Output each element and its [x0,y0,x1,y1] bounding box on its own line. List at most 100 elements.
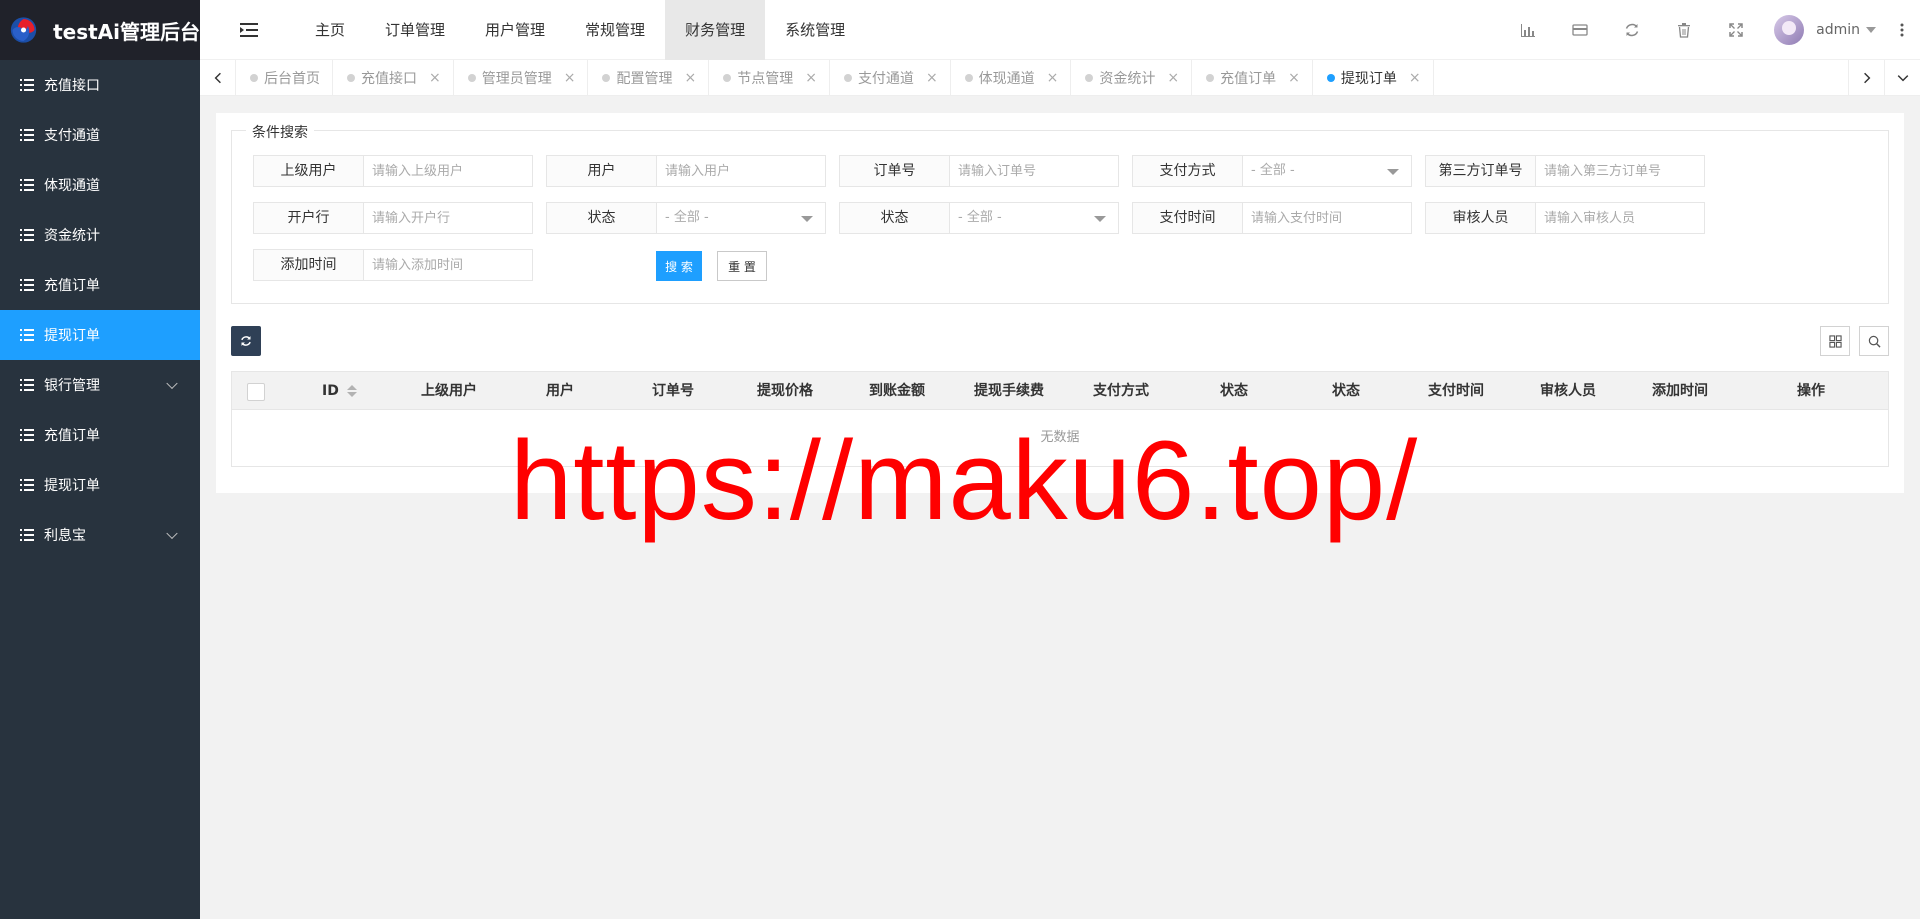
nav-finance-management[interactable]: 财务管理 [665,0,766,60]
sidebar-item-label: 提现订单 [44,478,100,494]
list-icon [20,329,34,341]
tab-config-management[interactable]: 配置管理 × [588,60,710,96]
pay-time-input[interactable] [1243,203,1411,233]
nav-home[interactable]: 主页 [295,0,365,60]
sidebar-item-interest[interactable]: 利息宝 [0,510,200,560]
toggle-search-button[interactable] [1859,326,1889,356]
sidebar-item-recharge-api[interactable]: 充值接口 [0,60,200,110]
sort-icon[interactable] [346,384,357,398]
close-icon[interactable]: × [684,71,696,85]
select-all-checkbox[interactable] [247,383,265,401]
top-nav: 主页 订单管理 用户管理 常规管理 财务管理 系统管理 [295,0,865,60]
tabs-options-button[interactable] [1884,60,1920,96]
column-header-id[interactable]: ID [322,372,357,410]
reviewer-input[interactable] [1536,203,1704,233]
field-third-order-no: 第三方订单号 [1425,155,1705,187]
clear-cache-button[interactable] [1658,0,1710,60]
refresh-page-button[interactable] [1606,0,1658,60]
tab-dashboard[interactable]: 后台首页 [236,60,333,96]
field-parent-user: 上级用户 [253,155,533,187]
close-icon[interactable]: × [564,71,576,85]
tab-withdraw-orders[interactable]: 提现订单 × [1313,60,1434,96]
field-status-1: 状态 - 全部 - [546,202,826,234]
chevron-down-icon [1897,75,1908,82]
sidebar-item-label: 充值订单 [44,278,100,294]
column-toggle-button[interactable] [1820,326,1850,356]
tab-dot-icon [1326,74,1335,82]
pay-method-select[interactable]: - 全部 - [1243,156,1411,186]
sidebar-item-recharge-orders[interactable]: 充值订单 [0,260,200,310]
search-button[interactable]: 搜 索 [656,251,702,281]
field-label: 支付方式 [1133,156,1243,186]
tab-label: 支付通道 [857,71,914,87]
sidebar-item-recharge-orders-2[interactable]: 充值订单 [0,410,200,460]
close-icon[interactable]: × [429,71,441,85]
close-icon[interactable]: × [1167,71,1179,85]
sidebar-item-bank-management[interactable]: 银行管理 [0,360,200,410]
parent-user-input[interactable] [364,156,532,186]
nav-user-management[interactable]: 用户管理 [465,0,565,60]
user-input[interactable] [657,156,825,186]
column-header: 用户 [546,383,574,399]
chart-button[interactable] [1502,0,1554,60]
user-menu[interactable]: admin [1774,15,1890,45]
more-options-button[interactable] [1890,0,1914,60]
trash-icon [1678,23,1691,38]
fullscreen-icon [1729,23,1743,37]
tab-label: 充值接口 [361,71,417,87]
add-time-input[interactable] [364,250,532,280]
tab-recharge-orders[interactable]: 充值订单 × [1192,60,1313,96]
close-icon[interactable]: × [1409,71,1421,85]
table-refresh-button[interactable] [231,326,261,356]
close-icon[interactable]: × [926,71,938,85]
sidebar-item-withdraw-orders[interactable]: 提现订单 [0,310,200,360]
tabs-scroll-left-button[interactable] [200,60,236,96]
column-header: 状态 [1332,383,1360,399]
tab-node-management[interactable]: 节点管理 × [709,60,830,96]
card-button[interactable] [1554,0,1606,60]
field-label: 状态 [547,203,657,233]
column-header-label: ID [322,383,339,399]
field-pay-method: 支付方式 - 全部 - [1132,155,1412,187]
tab-recharge-api[interactable]: 充值接口 × [333,60,454,96]
sidebar-item-withdraw-channel[interactable]: 体现通道 [0,160,200,210]
sidebar-item-withdraw-orders-2[interactable]: 提现订单 [0,460,200,510]
close-icon[interactable]: × [805,71,817,85]
tabs-scroll-right-button[interactable] [1848,60,1884,96]
column-header: 状态 [1220,383,1248,399]
nav-order-management[interactable]: 订单管理 [365,0,465,60]
status-select-2[interactable]: - 全部 - [950,203,1118,233]
menu-toggle-icon[interactable] [240,22,258,38]
close-icon[interactable]: × [1047,71,1059,85]
column-header: 审核人员 [1540,383,1596,399]
sidebar-item-pay-channel[interactable]: 支付通道 [0,110,200,160]
refresh-icon [241,336,251,346]
third-order-no-input[interactable] [1536,156,1704,186]
sidebar-item-fund-stats[interactable]: 资金统计 [0,210,200,260]
logo[interactable]: testAi管理后台 [0,0,200,60]
tab-pay-channel[interactable]: 支付通道 × [830,60,951,96]
nav-system-management[interactable]: 系统管理 [765,0,865,60]
sidebar-item-label: 银行管理 [44,378,100,394]
reset-button[interactable]: 重 置 [717,251,767,281]
status-select[interactable]: - 全部 - [657,203,825,233]
tab-admin-management[interactable]: 管理员管理 × [454,60,589,96]
list-icon [20,79,34,91]
list-icon [20,129,34,141]
tab-label: 提现订单 [1340,71,1397,87]
app-title: testAi管理后台 [53,19,200,44]
field-bank: 开户行 [253,202,533,234]
bank-input[interactable] [364,203,532,233]
column-header: 支付方式 [1093,383,1149,399]
search-panel: 条件搜索 上级用户 用户 订单号 支付方式 - 全部 - 第三方订单号 开户行 [231,122,1889,304]
order-no-input[interactable] [950,156,1118,186]
close-icon[interactable]: × [1288,71,1300,85]
fullscreen-button[interactable] [1710,0,1762,60]
nav-general-management[interactable]: 常规管理 [565,0,665,60]
field-label: 开户行 [254,203,364,233]
field-reviewer: 审核人员 [1425,202,1705,234]
tab-dot-icon [723,74,732,82]
bar-chart-icon [1521,24,1536,37]
tab-withdraw-channel[interactable]: 体现通道 × [951,60,1072,96]
tab-fund-stats[interactable]: 资金统计 × [1071,60,1193,96]
